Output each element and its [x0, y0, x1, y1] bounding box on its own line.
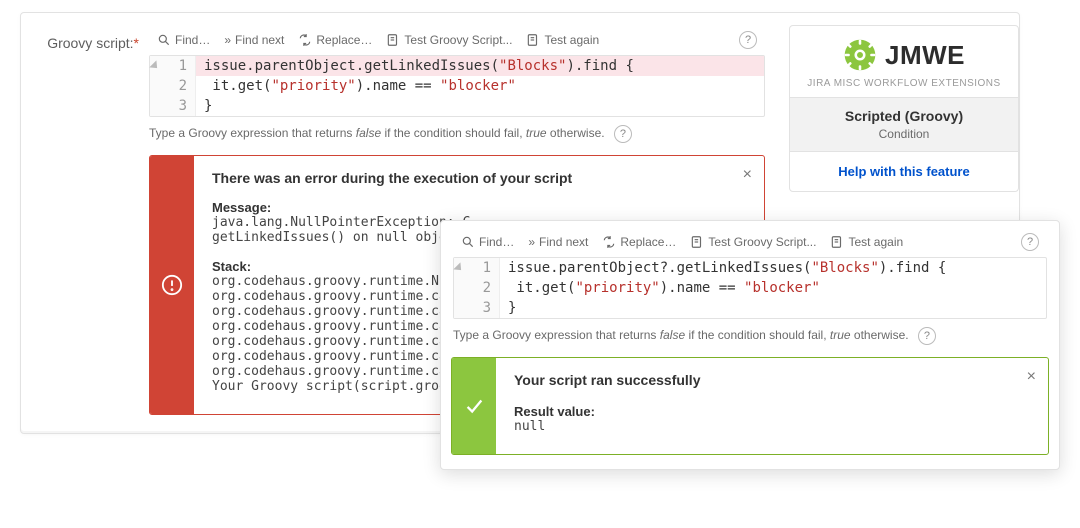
code-text[interactable]: } — [500, 298, 524, 318]
code-text[interactable]: it.get("priority").name == "blocker" — [196, 76, 524, 96]
error-heading: There was an error during the execution … — [212, 170, 718, 186]
test-script-button[interactable]: Test Groovy Script... — [690, 235, 816, 249]
success-heading: Your script ran successfully — [514, 372, 1002, 388]
code-text[interactable]: it.get("priority").name == "blocker" — [500, 278, 828, 298]
search-icon — [461, 235, 475, 249]
code-line: 2 it.get("priority").name == "blocker" — [150, 76, 764, 96]
success-alert: × Your script ran successfully Result va… — [451, 357, 1049, 455]
find-button[interactable]: Find… — [461, 235, 514, 249]
find-button[interactable]: Find… — [157, 33, 210, 47]
test-again-button[interactable]: Test again — [830, 235, 903, 249]
plugin-brand: JMWE — [790, 26, 1018, 78]
plugin-card: JMWE JIRA MISC WORKFLOW EXTENSIONS Scrip… — [789, 25, 1019, 192]
help-icon[interactable]: ? — [1021, 233, 1039, 251]
alert-circle-icon — [161, 274, 183, 296]
test-again-button[interactable]: Test again — [526, 33, 599, 47]
close-icon[interactable]: × — [1027, 368, 1036, 386]
fold-icon[interactable] — [453, 262, 464, 273]
error-stripe — [150, 156, 194, 414]
find-next-button[interactable]: » Find next — [224, 33, 284, 47]
code-line: 3} — [454, 298, 1046, 318]
code-text[interactable]: issue.parentObject?.getLinkedIssues("Blo… — [500, 258, 954, 278]
help-link[interactable]: Help with this feature — [790, 152, 1018, 191]
gutter: 1 — [454, 258, 500, 278]
test-script-button[interactable]: Test Groovy Script... — [386, 33, 512, 47]
script-again-icon — [526, 33, 540, 47]
replace-icon — [298, 33, 312, 47]
find-next-button[interactable]: » Find next — [528, 235, 588, 249]
code-line: 2 it.get("priority").name == "blocker" — [454, 278, 1046, 298]
help-icon[interactable]: ? — [614, 125, 632, 143]
result-value: null — [514, 419, 1002, 434]
script-editor-panel-success: Find… » Find next Replace… Test Groovy S… — [440, 220, 1060, 470]
code-line: 1issue.parentObject?.getLinkedIssues("Bl… — [454, 258, 1046, 278]
fold-icon[interactable] — [149, 60, 160, 71]
code-text[interactable]: } — [196, 96, 220, 116]
gear-icon — [843, 38, 877, 72]
code-text[interactable]: issue.parentObject.getLinkedIssues("Bloc… — [196, 56, 642, 76]
message-label: Message: — [212, 200, 718, 215]
script-icon — [690, 235, 704, 249]
success-stripe — [452, 358, 496, 454]
help-icon[interactable]: ? — [918, 327, 936, 345]
plugin-subtitle: JIRA MISC WORKFLOW EXTENSIONS — [790, 78, 1018, 97]
script-again-icon — [830, 235, 844, 249]
chevrons-right-icon: » — [528, 235, 535, 249]
help-icon[interactable]: ? — [739, 31, 757, 49]
code-line: 1issue.parentObject.getLinkedIssues("Blo… — [150, 56, 764, 76]
code-line: 3} — [150, 96, 764, 116]
gutter: 2 — [150, 76, 196, 96]
plugin-name: JMWE — [885, 40, 965, 71]
script-icon — [386, 33, 400, 47]
chevrons-right-icon: » — [224, 33, 231, 47]
editor-toolbar: Find… » Find next Replace… Test Groovy S… — [149, 25, 765, 55]
gutter: 3 — [454, 298, 500, 318]
replace-icon — [602, 235, 616, 249]
field-hint: Type a Groovy expression that returns fa… — [453, 327, 1047, 345]
check-icon — [463, 395, 485, 417]
field-label: Groovy script:* — [21, 25, 149, 51]
gutter: 3 — [150, 96, 196, 116]
code-editor[interactable]: 1issue.parentObject?.getLinkedIssues("Bl… — [453, 257, 1047, 319]
condition-type: Condition — [798, 127, 1010, 141]
gutter: 2 — [454, 278, 500, 298]
gutter: 1 — [150, 56, 196, 76]
result-label: Result value: — [514, 404, 1002, 419]
required-star: * — [134, 35, 139, 51]
replace-button[interactable]: Replace… — [298, 33, 372, 47]
condition-title: Scripted (Groovy) — [798, 108, 1010, 124]
code-editor[interactable]: 1issue.parentObject.getLinkedIssues("Blo… — [149, 55, 765, 117]
editor-toolbar: Find… » Find next Replace… Test Groovy S… — [453, 227, 1047, 257]
search-icon — [157, 33, 171, 47]
replace-button[interactable]: Replace… — [602, 235, 676, 249]
close-icon[interactable]: × — [743, 166, 752, 184]
field-hint: Type a Groovy expression that returns fa… — [149, 125, 765, 143]
